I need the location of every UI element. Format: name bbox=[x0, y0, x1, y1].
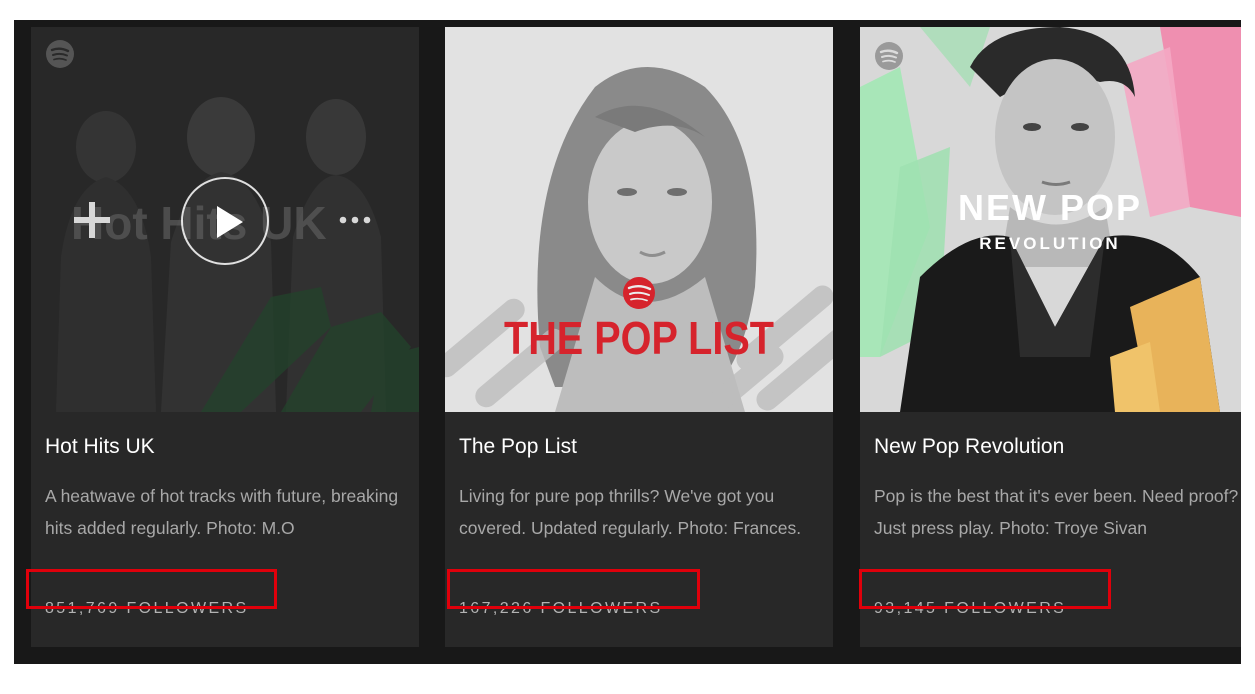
playlist-grid: Hot Hits UK Hot Hits UK A heatwave of ho… bbox=[14, 20, 1241, 664]
cover-title: NEW POP bbox=[958, 187, 1142, 228]
followers-highlight-box bbox=[859, 569, 1111, 609]
playlist-description: Pop is the best that it's ever been. Nee… bbox=[874, 486, 1239, 538]
playlist-card-new-pop-revolution[interactable]: NEW POP REVOLUTION New Pop Revolution Po… bbox=[860, 27, 1241, 647]
playlist-description: Living for pure pop thrills? We've got y… bbox=[459, 486, 802, 538]
play-icon bbox=[217, 206, 243, 238]
followers-highlight-box bbox=[26, 569, 277, 609]
play-button[interactable] bbox=[181, 177, 269, 265]
more-icon[interactable] bbox=[337, 213, 377, 227]
playlist-card-the-pop-list[interactable]: THE POP LIST The Pop List Living for pur… bbox=[445, 27, 833, 647]
playlist-title[interactable]: New Pop Revolution bbox=[874, 435, 1064, 459]
cover-subtitle: REVOLUTION bbox=[979, 234, 1120, 253]
spotify-logo-icon bbox=[875, 42, 903, 70]
playlist-description: A heatwave of hot tracks with future, br… bbox=[45, 486, 399, 538]
hover-controls bbox=[31, 27, 419, 412]
playlist-title[interactable]: Hot Hits UK bbox=[45, 435, 155, 459]
playlist-card-hot-hits-uk[interactable]: Hot Hits UK Hot Hits UK A heatwave of ho… bbox=[31, 27, 419, 647]
playlist-title[interactable]: The Pop List bbox=[459, 435, 577, 459]
add-icon[interactable] bbox=[71, 199, 113, 241]
followers-highlight-box bbox=[447, 569, 700, 609]
playlist-cover-new-pop-revolution[interactable]: NEW POP REVOLUTION bbox=[860, 27, 1241, 412]
playlist-cover-the-pop-list[interactable]: THE POP LIST bbox=[445, 27, 833, 412]
playlist-cover-hot-hits-uk[interactable]: Hot Hits UK bbox=[31, 27, 419, 412]
cover-title: THE POP LIST bbox=[504, 312, 774, 364]
